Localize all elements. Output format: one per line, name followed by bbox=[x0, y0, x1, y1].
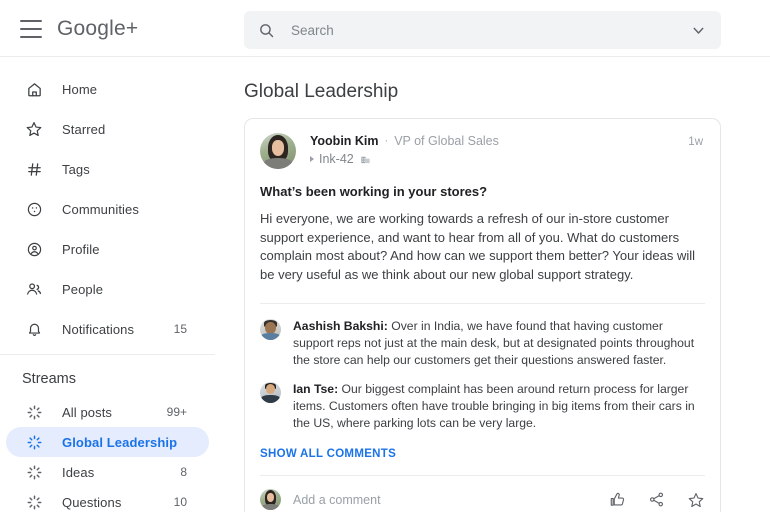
sidebar-stream-global-leadership[interactable]: Global Leadership bbox=[6, 427, 209, 457]
home-icon bbox=[22, 81, 46, 98]
avatar[interactable] bbox=[260, 133, 296, 169]
caret-right-icon bbox=[310, 156, 314, 162]
post-title: What’s been working in your stores? bbox=[260, 184, 488, 199]
sidebar-item-people[interactable]: People bbox=[6, 274, 209, 304]
avatar bbox=[260, 489, 281, 510]
page-title: Global Leadership bbox=[244, 81, 399, 102]
stream-burst-icon bbox=[22, 464, 46, 481]
search-input[interactable] bbox=[291, 22, 690, 38]
comment-author-name[interactable]: Ian Tse: bbox=[293, 382, 338, 396]
post-actions bbox=[609, 491, 705, 509]
sidebar-item-label: Profile bbox=[62, 241, 100, 257]
sidebar-primary-nav: Home Starred Tags Communities Profile Pe… bbox=[0, 74, 215, 344]
avatar-photo bbox=[260, 382, 281, 403]
comments-list: Aashish Bakshi: Over in India, we have f… bbox=[260, 304, 705, 462]
comment-item: Aashish Bakshi: Over in India, we have f… bbox=[260, 318, 705, 369]
post-card: Yoobin Kim · VP of Global Sales Ink-42 1… bbox=[244, 118, 721, 512]
post-author-line: Yoobin Kim · VP of Global Sales bbox=[310, 134, 499, 148]
sidebar-item-tags[interactable]: Tags bbox=[6, 154, 209, 184]
people-icon bbox=[22, 280, 46, 298]
separator-dot: · bbox=[384, 135, 389, 147]
sidebar-item-label: Communities bbox=[62, 201, 139, 217]
profile-icon bbox=[22, 241, 46, 258]
star-icon bbox=[22, 120, 46, 138]
sidebar: Home Starred Tags Communities Profile Pe… bbox=[0, 58, 215, 512]
stream-burst-icon bbox=[22, 404, 46, 421]
show-all-comments-link[interactable]: SHOW ALL COMMENTS bbox=[260, 448, 396, 460]
app-header: Google+ bbox=[0, 0, 770, 57]
sidebar-streams-nav: All posts 99+ Global Leadership Ideas 8 … bbox=[0, 397, 215, 517]
sidebar-item-starred[interactable]: Starred bbox=[6, 114, 209, 144]
sidebar-item-label: Home bbox=[62, 81, 98, 97]
stream-burst-icon bbox=[22, 434, 46, 451]
search-bar[interactable] bbox=[244, 11, 721, 49]
search-icon bbox=[258, 22, 275, 39]
stream-burst-icon bbox=[22, 494, 46, 511]
sidebar-stream-questions[interactable]: Questions 10 bbox=[6, 487, 209, 517]
comment-author-name[interactable]: Aashish Bakshi: bbox=[293, 319, 388, 333]
business-badge-icon bbox=[360, 154, 371, 165]
comment-text: Ian Tse: Our biggest complaint has been … bbox=[293, 381, 705, 432]
communities-icon bbox=[22, 201, 46, 218]
post-group-line[interactable]: Ink-42 bbox=[310, 152, 499, 166]
sidebar-stream-label: Global Leadership bbox=[62, 434, 178, 450]
sidebar-item-notifications[interactable]: Notifications 15 bbox=[6, 314, 209, 344]
sidebar-item-label: Notifications bbox=[62, 321, 135, 337]
sidebar-divider bbox=[0, 354, 215, 355]
sidebar-item-communities[interactable]: Communities bbox=[6, 194, 209, 224]
sidebar-stream-count: 10 bbox=[173, 495, 187, 509]
sidebar-stream-label: All posts bbox=[62, 404, 113, 420]
post-group-name[interactable]: Ink-42 bbox=[319, 152, 354, 166]
sidebar-item-label: Starred bbox=[62, 121, 106, 137]
comment-message: Our biggest complaint has been around re… bbox=[293, 382, 695, 430]
sidebar-stream-all-posts[interactable]: All posts 99+ bbox=[6, 397, 209, 427]
share-icon[interactable] bbox=[648, 491, 665, 508]
post-timestamp: 1w bbox=[688, 136, 703, 148]
post-body: Hi everyone, we are working towards a re… bbox=[260, 211, 696, 282]
sidebar-stream-count: 99+ bbox=[166, 405, 187, 419]
main-content: Global Leadership Yoobin Kim · VP of Glo… bbox=[215, 58, 770, 512]
sidebar-item-count: 15 bbox=[173, 322, 187, 336]
avatar-photo bbox=[260, 489, 281, 510]
sidebar-item-label: People bbox=[62, 281, 104, 297]
post-header: Yoobin Kim · VP of Global Sales Ink-42 1… bbox=[260, 119, 705, 169]
sidebar-stream-ideas[interactable]: Ideas 8 bbox=[6, 457, 209, 487]
sidebar-stream-label: Ideas bbox=[62, 464, 95, 480]
post-author-name[interactable]: Yoobin Kim bbox=[310, 134, 379, 148]
bell-icon bbox=[22, 321, 46, 338]
sidebar-item-home[interactable]: Home bbox=[6, 74, 209, 104]
sidebar-stream-label: Questions bbox=[62, 494, 122, 510]
post-author-meta: Yoobin Kim · VP of Global Sales Ink-42 bbox=[310, 133, 499, 166]
hamburger-menu-icon[interactable] bbox=[20, 20, 42, 38]
comment-item: Ian Tse: Our biggest complaint has been … bbox=[260, 381, 705, 432]
comment-composer[interactable]: Add a comment bbox=[260, 475, 705, 512]
add-comment-input[interactable]: Add a comment bbox=[293, 493, 381, 507]
sidebar-stream-count: 8 bbox=[180, 465, 187, 479]
comment-text: Aashish Bakshi: Over in India, we have f… bbox=[293, 318, 705, 369]
avatar-photo bbox=[260, 133, 296, 169]
thumbs-up-icon[interactable] bbox=[609, 491, 626, 508]
avatar[interactable] bbox=[260, 319, 281, 340]
sidebar-item-profile[interactable]: Profile bbox=[6, 234, 209, 264]
chevron-down-icon[interactable] bbox=[690, 22, 707, 39]
avatar[interactable] bbox=[260, 382, 281, 403]
hash-icon bbox=[22, 161, 46, 178]
sidebar-item-label: Tags bbox=[62, 161, 90, 177]
streams-section-title: Streams bbox=[22, 371, 76, 387]
avatar-photo bbox=[260, 319, 281, 340]
brand-logo[interactable]: Google+ bbox=[57, 17, 138, 41]
post-author-role: VP of Global Sales bbox=[394, 134, 499, 148]
star-icon[interactable] bbox=[687, 491, 705, 509]
